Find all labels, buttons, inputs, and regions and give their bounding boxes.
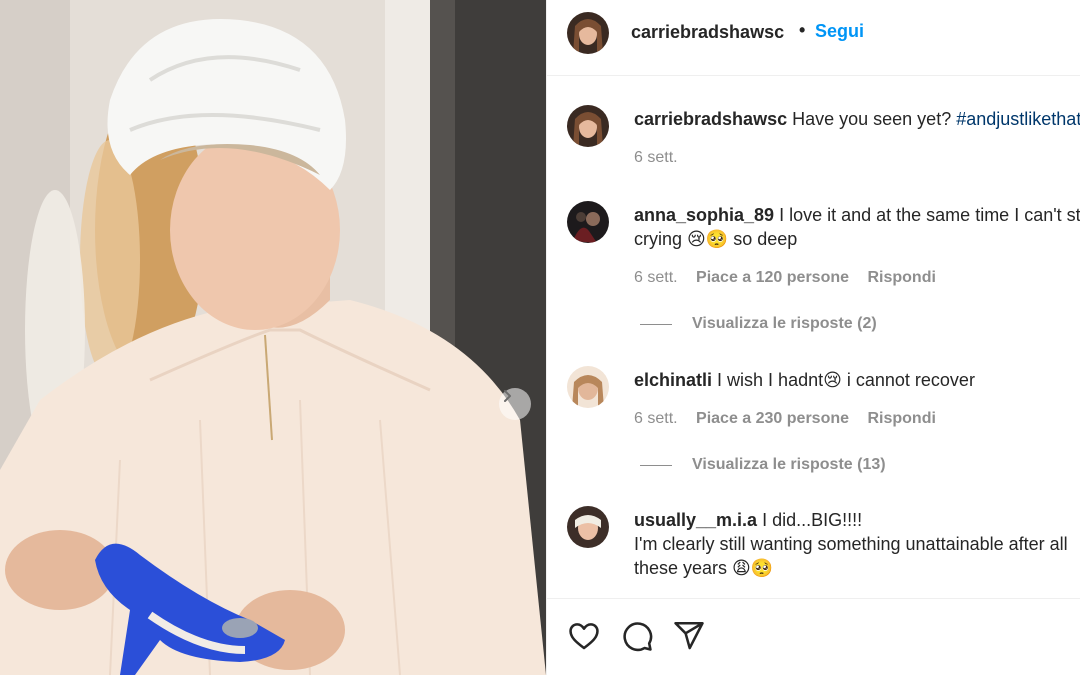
comment-button[interactable] (620, 619, 654, 653)
post-header: carriebradshawsc • Segui (547, 0, 1080, 76)
comment-body-cont: these years 😩🥺 (634, 558, 774, 578)
comment-username[interactable]: elchinatli (634, 370, 712, 390)
separator-dot: • (799, 20, 806, 40)
avatar[interactable] (567, 506, 609, 548)
comment-text: anna_sophia_89 I love it and at the same… (634, 203, 1080, 251)
caption-meta: 6 sett. (634, 149, 692, 167)
likes-count[interactable]: Piace a 120 persone (696, 269, 849, 286)
comment-body-cont: I'm clearly still wanting something unat… (634, 534, 1068, 554)
author-avatar[interactable] (567, 12, 609, 54)
share-button[interactable] (672, 619, 706, 653)
replies-line (640, 323, 672, 325)
comment-meta: 6 sett. Piace a 230 persone Rispondi (634, 410, 950, 428)
view-replies-button[interactable]: Visualizza le risposte (13) (640, 456, 886, 474)
comment-body-cont: crying 😢🥺 so deep (634, 229, 798, 249)
share-icon (674, 621, 704, 650)
replies-line (640, 464, 672, 466)
caption-time[interactable]: 6 sett. (634, 149, 678, 166)
comment-text: usually__m.i.a I did...BIG!!!! I'm clear… (634, 508, 1080, 580)
caption-text: carriebradshawsc Have you seen yet? #and… (634, 107, 1080, 131)
avatar[interactable] (567, 201, 609, 243)
comment-username[interactable]: anna_sophia_89 (634, 205, 774, 225)
next-image-button[interactable] (499, 388, 531, 420)
view-replies-button[interactable]: Visualizza le risposte (2) (640, 315, 877, 333)
action-bar (547, 598, 1080, 675)
comment-username[interactable]: usually__m.i.a (634, 510, 757, 530)
chevron-right-icon (504, 390, 511, 402)
avatar[interactable] (567, 366, 609, 408)
view-replies-label: Visualizza le risposte (2) (692, 315, 877, 332)
comment-meta: 6 sett. Piace a 120 persone Rispondi (634, 269, 950, 287)
author-username[interactable]: carriebradshawsc (631, 22, 784, 43)
comment-time[interactable]: 6 sett. (634, 410, 678, 427)
follow-button[interactable]: Segui (815, 21, 864, 42)
like-button[interactable] (567, 619, 601, 653)
heart-icon (569, 623, 599, 650)
post-photo[interactable] (0, 0, 546, 675)
caption-username[interactable]: carriebradshawsc (634, 109, 787, 129)
comment-text: elchinatli I wish I hadnt😢 i cannot reco… (634, 368, 1080, 392)
comments-list[interactable]: carriebradshawsc Have you seen yet? #and… (547, 76, 1080, 598)
view-replies-label: Visualizza le risposte (13) (692, 456, 886, 473)
comment-body: I wish I hadnt😢 i cannot recover (717, 370, 975, 390)
reply-button[interactable]: Rispondi (867, 410, 935, 427)
post-image (0, 0, 546, 675)
caption-hashtag[interactable]: #andjustlikethat (956, 109, 1080, 129)
comment-icon (623, 622, 653, 652)
likes-count[interactable]: Piace a 230 persone (696, 410, 849, 427)
avatar[interactable] (567, 105, 609, 147)
post-sidebar: carriebradshawsc • Segui carriebradshaws… (547, 0, 1080, 675)
comment-body: I did...BIG!!!! (762, 510, 863, 530)
comment-body: I love it and at the same time I can't s… (779, 205, 1080, 225)
reply-button[interactable]: Rispondi (867, 269, 935, 286)
comment-time[interactable]: 6 sett. (634, 269, 678, 286)
caption-body: Have you seen yet? (792, 109, 952, 129)
